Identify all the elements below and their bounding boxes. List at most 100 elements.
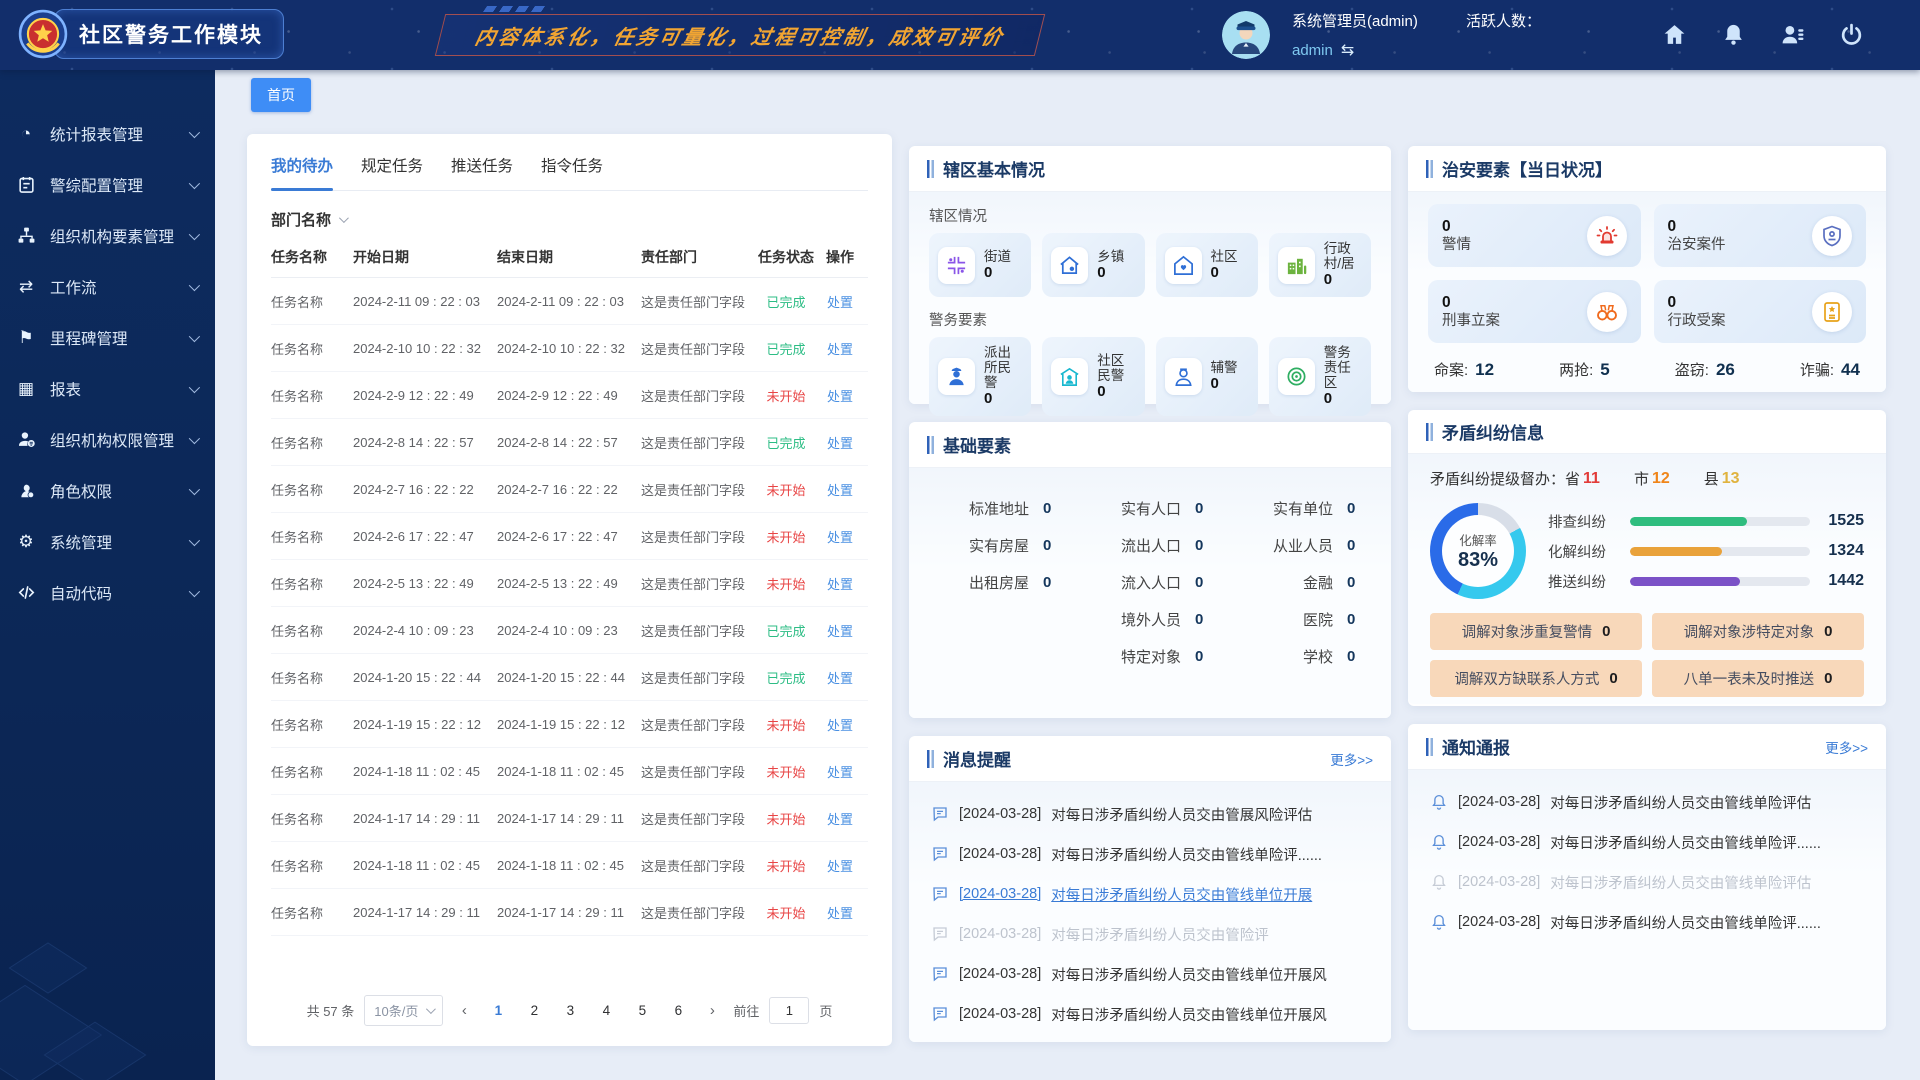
task-handle-link[interactable]: 处置 [820, 668, 866, 687]
goto-page-input[interactable] [769, 997, 809, 1024]
notice-date: [2024-03-28] [1458, 914, 1540, 930]
dispute-button[interactable]: 八单一表未及时推送 0 [1652, 660, 1864, 697]
task-handle-link[interactable]: 处置 [820, 621, 866, 640]
department-filter[interactable]: 部门名称 [271, 191, 868, 236]
task-handle-link[interactable]: 处置 [820, 715, 866, 734]
sidebar-item-milestone[interactable]: ⚑ 里程碑管理 [0, 312, 215, 363]
task-handle-link[interactable]: 处置 [820, 809, 866, 828]
task-handle-link[interactable]: 处置 [820, 292, 866, 311]
message-date: [2024-03-28] [959, 1006, 1041, 1022]
task-start-date: 2024-1-18 11 : 02 : 45 [353, 858, 497, 873]
dispute-button[interactable]: 调解双方缺联系人方式 0 [1430, 660, 1642, 697]
sidebar-item-autocode[interactable]: 自动代码 [0, 567, 215, 618]
dispute-button-value: 0 [1824, 623, 1832, 640]
todo-tab[interactable]: 指令任务 [541, 154, 603, 190]
notice-item[interactable]: [2024-03-28] 对每日涉矛盾纠纷人员交由管线单险评估 [1430, 782, 1864, 822]
panel-title: 治安要素【当日状况】 [1442, 156, 1612, 181]
message-text: 对每日涉矛盾纠纷人员交由管线单位开展风 [1051, 1004, 1327, 1025]
todo-tab[interactable]: 规定任务 [361, 154, 423, 190]
task-handle-link[interactable]: 处置 [820, 762, 866, 781]
message-item[interactable]: [2024-03-28] 对每日涉矛盾纠纷人员交由管线单位开展风 [931, 954, 1369, 994]
task-end-date: 2024-2-6 17 : 22 : 47 [497, 529, 641, 544]
username-link[interactable]: admin [1292, 42, 1333, 59]
sidebar-item-statistics[interactable]: ◔ 统计报表管理 [0, 108, 215, 159]
switch-user-icon[interactable]: ⇆ [1341, 40, 1354, 60]
messages-more-link[interactable]: 更多>> [1330, 749, 1373, 769]
task-handle-link[interactable]: 处置 [820, 856, 866, 875]
message-item[interactable]: [2024-03-28] 对每日涉矛盾纠纷人员交由管线单险评...... [931, 834, 1369, 874]
message-item[interactable]: [2024-03-28] 对每日涉矛盾纠纷人员交由管线单位开展 [931, 874, 1369, 914]
security-stat-label: 两抢: [1559, 362, 1593, 379]
task-start-date: 2024-1-19 15 : 22 : 12 [353, 717, 497, 732]
message-item[interactable]: [2024-03-28] 对每日涉矛盾纠纷人员交由管展风险评估 [931, 794, 1369, 834]
chevron-down-icon [426, 1004, 436, 1014]
task-handle-link[interactable]: 处置 [820, 480, 866, 499]
element-label: 实有人口 [1121, 498, 1181, 519]
element-value: 0 [1347, 537, 1365, 554]
dispute-button-value: 0 [1602, 623, 1610, 640]
power-icon[interactable] [1839, 22, 1864, 47]
task-department: 这是责任部门字段 [641, 856, 758, 875]
message-item[interactable]: [2024-03-28] 对每日涉矛盾纠纷人员交由管线单位开展风 [931, 994, 1369, 1034]
next-page-button[interactable]: › [701, 1002, 723, 1019]
task-handle-link[interactable]: 处置 [820, 339, 866, 358]
notice-item[interactable]: [2024-03-28] 对每日涉矛盾纠纷人员交由管线单险评...... [1430, 902, 1864, 942]
officer-avatar-icon [1222, 11, 1270, 59]
message-text: 对每日涉矛盾纠纷人员交由管线单位开展风 [1051, 964, 1327, 985]
chevron-down-icon [339, 213, 349, 223]
element-row: 流入人口 0 [1087, 564, 1213, 601]
page-number-button[interactable]: 5 [629, 998, 655, 1024]
page-number-button[interactable]: 2 [521, 998, 547, 1024]
page-number-button[interactable]: 4 [593, 998, 619, 1024]
security-stat-value: 12 [1475, 360, 1494, 379]
bar-fill [1630, 547, 1722, 556]
sidebar-item-workflow[interactable]: ⇄ 工作流 [0, 261, 215, 312]
level-label: 县 [1704, 468, 1719, 489]
page-unit-label: 页 [819, 1001, 832, 1020]
sidebar-item-org-elements[interactable]: 组织机构要素管理 [0, 210, 215, 261]
dispute-button[interactable]: 调解对象涉重复警情 0 [1430, 613, 1642, 650]
task-handle-link[interactable]: 处置 [820, 386, 866, 405]
task-handle-link[interactable]: 处置 [820, 527, 866, 546]
slogan-text: 内容体系化，任务可量化，过程可控制，成效可评价 [472, 21, 1007, 50]
notice-item[interactable]: [2024-03-28] 对每日涉矛盾纠纷人员交由管线单险评估 [1430, 862, 1864, 902]
stat-chip-town: 乡镇0 [1042, 233, 1144, 297]
table-row: 任务名称 2024-1-18 11 : 02 : 45 2024-1-18 11… [271, 842, 868, 889]
element-value: 0 [1043, 574, 1061, 591]
users-icon[interactable] [1780, 22, 1805, 47]
notice-item[interactable]: [2024-03-28] 对每日涉矛盾纠纷人员交由管线单险评...... [1430, 822, 1864, 862]
task-handle-link[interactable]: 处置 [820, 903, 866, 922]
task-end-date: 2024-1-18 11 : 02 : 45 [497, 858, 641, 873]
page-number-button[interactable]: 3 [557, 998, 583, 1024]
todo-tab[interactable]: 我的待办 [271, 154, 333, 190]
notice-more-link[interactable]: 更多>> [1825, 737, 1868, 757]
home-icon[interactable] [1662, 22, 1687, 47]
task-start-date: 2024-2-4 10 : 09 : 23 [353, 623, 497, 638]
message-item[interactable]: [2024-03-28] 对每日涉矛盾纠纷人员交由管险评 [931, 914, 1369, 954]
page-number-button[interactable]: 6 [665, 998, 691, 1024]
task-start-date: 2024-1-17 14 : 29 : 11 [353, 811, 497, 826]
security-stat: 命案:12 [1434, 359, 1494, 380]
bar-fill [1630, 577, 1740, 586]
sidebar-item-role-permission[interactable]: 角色权限 [0, 465, 215, 516]
bell-icon[interactable] [1721, 22, 1746, 47]
sidebar-item-police-config[interactable]: 警综配置管理 [0, 159, 215, 210]
avatar[interactable] [1222, 11, 1270, 59]
page-size-select[interactable]: 10条/页 [364, 995, 443, 1026]
sidebar-item-org-permission[interactable]: 组织机构权限管理 [0, 414, 215, 465]
speech-bubble-icon [931, 805, 949, 823]
sidebar-item-label: 角色权限 [50, 480, 189, 502]
page-number-button[interactable]: 1 [485, 998, 511, 1024]
prev-page-button[interactable]: ‹ [453, 1002, 475, 1019]
task-name: 任务名称 [271, 762, 353, 781]
sidebar-item-reports[interactable]: ▦ 报表 [0, 363, 215, 414]
sidebar-item-system[interactable]: ⚙ 系统管理 [0, 516, 215, 567]
tab-home[interactable]: 首页 [251, 78, 311, 112]
todo-tab[interactable]: 推送任务 [451, 154, 513, 190]
security-stat-value: 5 [1600, 360, 1609, 379]
task-status: 未开始 [758, 903, 820, 922]
task-status: 已完成 [758, 433, 820, 452]
task-handle-link[interactable]: 处置 [820, 574, 866, 593]
dispute-button[interactable]: 调解对象涉特定对象 0 [1652, 613, 1864, 650]
task-handle-link[interactable]: 处置 [820, 433, 866, 452]
